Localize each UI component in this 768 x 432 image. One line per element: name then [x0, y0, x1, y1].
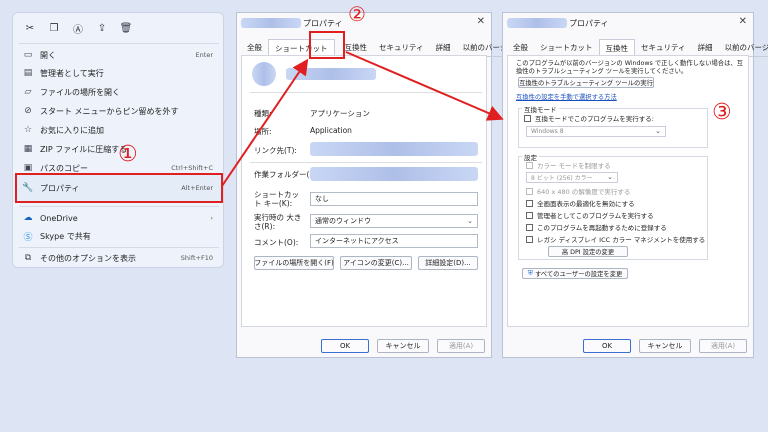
- annotation-arrows: [221, 51, 504, 187]
- arrow-2-to-3: [345, 51, 504, 121]
- arrow-1-to-2: [221, 58, 309, 187]
